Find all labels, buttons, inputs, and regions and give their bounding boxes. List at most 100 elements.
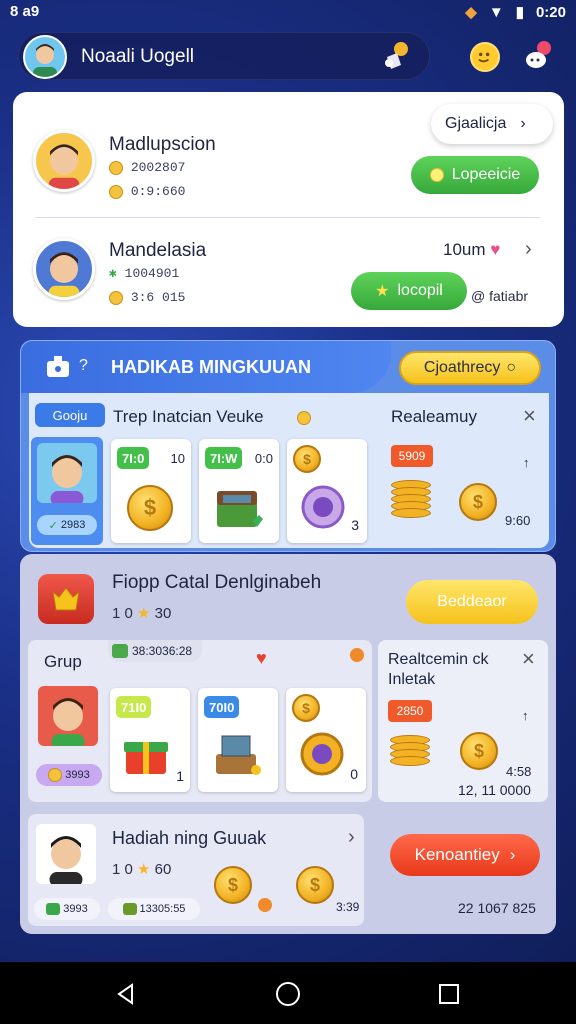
profile-header[interactable]: Noaali Uogell: [18, 32, 430, 80]
panel-badge: 5909: [391, 445, 433, 467]
panel-rating: 1 0 ★ 60: [112, 861, 172, 878]
heart-icon: ♥: [256, 648, 267, 668]
home-icon[interactable]: [275, 981, 301, 1007]
arrow-up-icon[interactable]: ↑: [522, 708, 529, 723]
player-stat-value: 3:6 015: [130, 290, 186, 305]
chevron-right-icon[interactable]: ›: [348, 826, 355, 849]
chat-icon[interactable]: [522, 40, 554, 72]
weekly-rewards-section: ? HADIKAB MINGKUUAN Cjoathrecy ○ Gooju T…: [20, 340, 556, 552]
coin-icon: $: [296, 866, 334, 904]
total-rewards-section: Fiopp Catal Denlginabeh 1 0 ★ 30 Beddeao…: [20, 554, 556, 934]
panel-title: Hadiah ning Guuak: [112, 828, 267, 848]
tile-count: 0: [350, 766, 358, 782]
continue-button[interactable]: Kenoantiey ›: [390, 834, 540, 876]
leaf-icon: ✱: [109, 266, 117, 281]
avatar-tile[interactable]: 3993: [36, 686, 102, 798]
player-stat-value: 0:9:660: [130, 184, 186, 199]
coin-stack-icon: [391, 480, 431, 518]
header-title: Noaali Uogell: [81, 46, 195, 67]
clock: 0:20: [535, 3, 566, 21]
wifi-icon: ▼: [488, 3, 504, 21]
coin-icon: [109, 160, 123, 175]
avatar: [37, 443, 97, 503]
arrow-up-icon[interactable]: ↑: [523, 455, 530, 470]
star-icon: ★: [137, 605, 151, 622]
reward-tile[interactable]: 71I0 1: [110, 688, 190, 792]
emoji-icon[interactable]: [470, 42, 500, 72]
top-pill-button[interactable]: Gjaalicja ›: [431, 104, 553, 144]
pill: 3993: [34, 898, 100, 920]
bell-icon[interactable]: [379, 39, 415, 75]
continue-label: Kenoantiey: [414, 845, 500, 864]
player-action-button[interactable]: ★ locopil: [351, 272, 467, 310]
back-icon[interactable]: [114, 982, 138, 1006]
recents-icon[interactable]: [438, 983, 460, 1005]
reward-tile[interactable]: $ 3: [287, 439, 367, 543]
coin-icon: [109, 184, 123, 199]
tile-badge: 7I:0: [117, 447, 150, 469]
avatar-caption: 3993: [36, 764, 102, 786]
tile-badge: 71I0: [116, 696, 152, 718]
chevron-right-icon[interactable]: ›: [525, 238, 532, 261]
close-icon[interactable]: ×: [522, 646, 535, 672]
footer-value: 22 1067 825: [458, 900, 536, 916]
section-title: HADIKAB MINGKUUAN: [111, 357, 311, 377]
reward-tile[interactable]: 70I0: [198, 688, 278, 792]
avatar[interactable]: [23, 35, 67, 79]
section-subtitle: Trep Inatcian Veuke: [113, 407, 264, 426]
player-action-button[interactable]: Lopeeicie: [411, 156, 539, 194]
avatar-face-icon: [51, 698, 85, 746]
panel-time: 4:58: [506, 764, 532, 779]
group-panel: Grup 38:3036:28 ♥ 3993 71I0 1 70I0 $ 0: [28, 640, 372, 802]
player-stat-value: 2002807: [130, 160, 186, 175]
player-stat: 3:6 015: [109, 290, 185, 305]
check-icon: ✓: [48, 519, 58, 532]
section-action-button[interactable]: Cjoathrecy ○: [399, 351, 541, 385]
treasure-chest-icon: [217, 491, 263, 527]
status-left-text: 8 a9: [10, 3, 40, 20]
daily-reward-panel: Hadiah ning Guuak › 1 0 ★ 60 3993 13305:…: [28, 814, 364, 926]
treasure-chest-icon: [216, 735, 261, 775]
avatar-tile[interactable]: ✓ 2983: [31, 437, 103, 545]
tile-badge: 7I:W: [205, 447, 243, 469]
players-card: Gjaalicja › Madlupscion 2002807 0:9:660 …: [13, 92, 564, 327]
reward-tile[interactable]: $ 0: [286, 688, 366, 792]
orange-dot-icon: [350, 648, 364, 662]
player-stat: ✱ 1004901: [109, 266, 179, 281]
tile-count: 1: [176, 768, 184, 784]
gift-box-icon: [124, 742, 168, 774]
help-icon[interactable]: ?: [79, 357, 88, 375]
coin-icon: $: [292, 694, 320, 722]
reward-tile[interactable]: 7I:W 0:0: [199, 439, 279, 543]
avatar-face-icon: [49, 836, 83, 884]
chevron-right-icon: ›: [520, 115, 526, 132]
chest-icon: [112, 644, 128, 658]
chest-icon: [122, 903, 137, 915]
coin-icon: [297, 411, 311, 425]
avatar[interactable]: [33, 238, 95, 300]
coin-icon: [429, 168, 444, 182]
medal-icon: [300, 732, 344, 776]
claim-button[interactable]: Beddeaor: [406, 580, 538, 624]
divider: [35, 217, 540, 218]
section-title: Fiopp Catal Denlginabeh: [112, 572, 322, 593]
section-action-label: Cjoathrecy: [423, 359, 501, 376]
group-label: Gooju: [35, 403, 105, 427]
medal-icon: [301, 485, 345, 529]
pill: 13305:55: [108, 898, 200, 920]
status-bar: 8 a9 ◆ ▼ ▮ 0:20: [0, 0, 576, 26]
coins-text: 38:3036:28: [132, 644, 193, 658]
close-icon[interactable]: ×: [523, 403, 536, 429]
reward-tile[interactable]: 7I:0 10 $: [111, 439, 191, 543]
player-action-label: Lopeeicie: [451, 166, 521, 183]
coin-stack-icon: [390, 735, 430, 766]
avatar[interactable]: [36, 824, 96, 884]
section-header: ? HADIKAB MINGKUUAN: [21, 341, 391, 393]
avatar[interactable]: [33, 130, 95, 192]
section-rating: 1 0 ★ 30: [112, 605, 172, 622]
player-right-value: 10um ♥: [443, 240, 501, 259]
top-pill-label: Gjaalicja: [445, 115, 507, 132]
battery-icon: ▮: [515, 4, 524, 21]
panel-title: Realeamuy: [391, 407, 477, 426]
reward-summary-panel: Realtcemin ck Inletak × 2850 ↑ $ 4:58 12…: [378, 640, 548, 802]
